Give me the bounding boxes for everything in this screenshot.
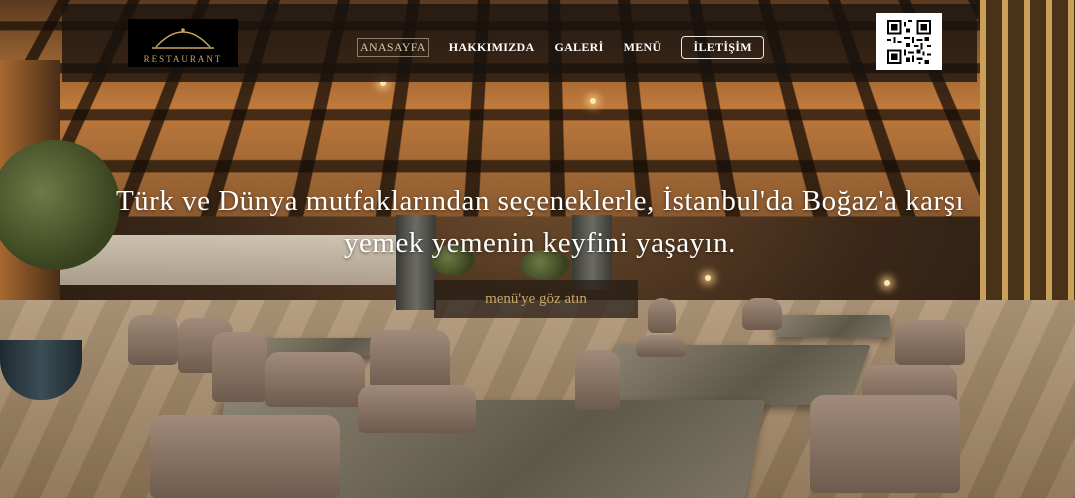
chair <box>575 350 620 410</box>
restaurant-logo[interactable]: RESTAURANT <box>128 19 238 67</box>
chair <box>150 415 340 498</box>
ceiling-light <box>590 98 596 104</box>
chair <box>128 315 178 365</box>
logo-wordmark: RESTAURANT <box>144 54 223 64</box>
chair <box>265 352 365 407</box>
chair <box>370 330 450 390</box>
view-menu-button[interactable]: menü'ye göz atın <box>434 280 638 318</box>
nav-iletisim-button[interactable]: İLETİŞİM <box>681 36 763 59</box>
chair <box>358 385 476 433</box>
nav-galeri[interactable]: GALERİ <box>554 40 603 55</box>
chair <box>895 320 965 365</box>
nav-hakkimizda[interactable]: HAKKIMIZDA <box>449 40 535 55</box>
hero-headline: Türk ve Dünya mutfaklarından seçeneklerl… <box>100 180 980 264</box>
qr-code-icon[interactable] <box>876 13 942 70</box>
chair <box>742 298 782 330</box>
cloche-icon <box>150 21 216 55</box>
chair <box>636 335 686 357</box>
dining-table <box>775 315 890 337</box>
table-lamp <box>884 280 890 286</box>
chair <box>212 332 267 402</box>
site-header: RESTAURANT ANASAYFA HAKKIMIZDA GALERİ ME… <box>62 4 977 82</box>
chair <box>648 298 676 333</box>
nav-menu[interactable]: MENÜ <box>624 40 662 55</box>
main-navigation: ANASAYFA HAKKIMIZDA GALERİ MENÜ İLETİŞİM <box>357 36 764 59</box>
table-lamp <box>705 275 711 281</box>
nav-anasayfa[interactable]: ANASAYFA <box>357 38 429 57</box>
chair <box>810 395 960 493</box>
